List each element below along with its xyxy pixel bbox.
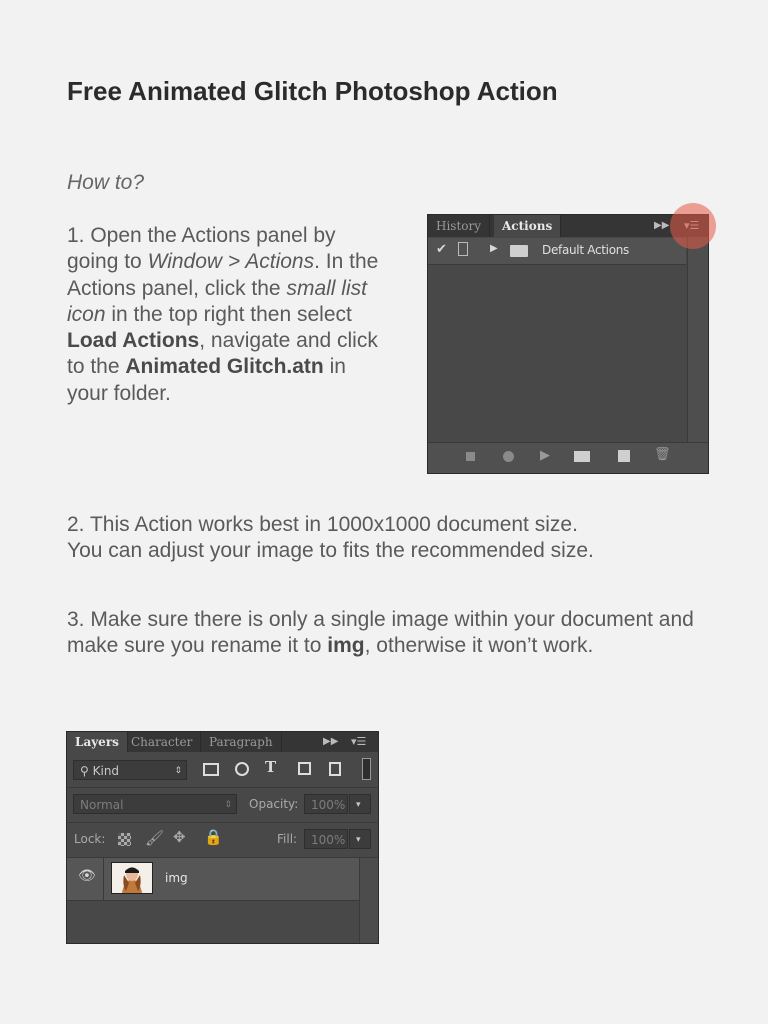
toggle-dialog-icon[interactable] xyxy=(458,242,468,256)
layers-tab-bar: Layers Character Paragraph ▶▶ ▾☰ xyxy=(67,732,378,752)
brush-icon[interactable]: 🖌 xyxy=(145,829,164,847)
layer-name-term: img xyxy=(327,634,365,658)
collapse-icon[interactable]: ▶▶ xyxy=(323,732,338,752)
layer-divider xyxy=(103,858,104,900)
type-filter-icon[interactable]: T xyxy=(265,758,276,776)
actions-panel: History Actions ▶▶ ▾☰ ✔ ▶ Default Action… xyxy=(427,214,709,474)
actions-bottom-toolbar: ▶ 🗑 xyxy=(428,442,708,473)
filter-toggle-switch[interactable] xyxy=(362,758,371,780)
tab-layers[interactable]: Layers xyxy=(67,732,128,752)
new-action-icon[interactable] xyxy=(618,450,630,462)
action-set-label: Default Actions xyxy=(542,243,629,257)
layer-filter-row: ⚲ Kind ⇕ T xyxy=(67,753,378,788)
trash-icon[interactable]: 🗑 xyxy=(654,447,671,462)
fill-label: Fill: xyxy=(277,832,298,846)
layer-thumbnail[interactable] xyxy=(111,862,153,894)
lock-transparency-icon[interactable] xyxy=(118,833,131,846)
opacity-label: Opacity: xyxy=(249,797,299,811)
step-3-text: 3. Make sure there is only a single imag… xyxy=(67,607,707,660)
file-name-term: Animated Glitch.atn xyxy=(125,355,324,379)
step-2-line: You can adjust your image to fits the re… xyxy=(67,539,594,563)
blend-mode-select[interactable]: Normal ⇕ xyxy=(73,794,237,814)
layer-name[interactable]: img xyxy=(165,871,188,885)
lock-label: Lock: xyxy=(74,832,106,846)
pixel-filter-icon[interactable] xyxy=(203,763,219,776)
menu-path: Window > Actions xyxy=(147,250,315,274)
blend-row: Normal ⇕ Opacity: 100% ▾ xyxy=(67,788,378,823)
expand-triangle-icon[interactable]: ▶ xyxy=(490,243,498,254)
filter-kind-select[interactable]: ⚲ Kind ⇕ xyxy=(73,760,187,780)
action-set-row[interactable]: ✔ ▶ Default Actions xyxy=(428,238,686,265)
panel-menu-highlight xyxy=(670,203,716,249)
thumbnail-figure-icon xyxy=(112,863,152,893)
step-2-line: 2. This Action works best in 1000x1000 d… xyxy=(67,513,578,536)
record-icon[interactable] xyxy=(503,451,514,462)
stepper-icon: ⇕ xyxy=(174,766,182,776)
panel-menu-icon[interactable]: ▾☰ xyxy=(351,732,366,752)
move-icon[interactable]: ✥ xyxy=(173,828,186,846)
new-set-icon[interactable] xyxy=(574,451,590,462)
blend-mode-value: Normal xyxy=(80,798,124,812)
smart-object-filter-icon[interactable] xyxy=(329,762,341,776)
fill-input[interactable]: 100% xyxy=(304,829,348,849)
tab-history[interactable]: History xyxy=(428,215,491,237)
tab-actions[interactable]: Actions xyxy=(494,215,562,237)
actions-tab-bar: History Actions ▶▶ ▾☰ xyxy=(428,215,708,237)
step-2-text: 2. This Action works best in 1000x1000 d… xyxy=(67,512,707,565)
page-title: Free Animated Glitch Photoshop Action xyxy=(67,76,558,106)
lock-icon[interactable]: 🔒 xyxy=(204,828,223,846)
step-1-text: 1. Open the Actions panel by going to Wi… xyxy=(67,223,387,407)
tab-paragraph[interactable]: Paragraph xyxy=(201,732,282,752)
load-actions-term: Load Actions xyxy=(67,329,200,353)
play-icon[interactable]: ▶ xyxy=(540,448,550,463)
stop-icon[interactable] xyxy=(466,452,475,461)
layers-panel: Layers Character Paragraph ▶▶ ▾☰ ⚲ Kind … xyxy=(66,731,379,944)
adjustment-filter-icon[interactable] xyxy=(235,762,249,776)
collapse-icon[interactable]: ▶▶ xyxy=(654,215,669,237)
shape-filter-icon[interactable] xyxy=(298,762,311,775)
lock-row: Lock: 🖌 ✥ 🔒 Fill: 100% ▾ xyxy=(67,823,378,858)
step-1-part: in the top right then select xyxy=(105,302,352,326)
filter-kind-value: Kind xyxy=(92,764,120,778)
actions-scrollbar[interactable] xyxy=(687,237,708,443)
layers-scrollbar[interactable] xyxy=(359,858,378,943)
eye-icon[interactable]: 👁 xyxy=(78,868,96,884)
how-to-heading: How to? xyxy=(67,171,145,194)
layer-row[interactable]: 👁 img xyxy=(67,858,359,901)
checkmark-icon[interactable]: ✔ xyxy=(436,242,447,257)
search-icon: ⚲ xyxy=(80,764,89,778)
folder-icon xyxy=(510,245,528,257)
stepper-icon: ⇕ xyxy=(224,800,232,810)
fill-dropdown-button[interactable]: ▾ xyxy=(349,829,371,849)
opacity-input[interactable]: 100% xyxy=(304,794,348,814)
step-3-part: , otherwise it won’t work. xyxy=(364,634,594,658)
tab-character[interactable]: Character xyxy=(123,732,202,752)
opacity-dropdown-button[interactable]: ▾ xyxy=(349,794,371,814)
